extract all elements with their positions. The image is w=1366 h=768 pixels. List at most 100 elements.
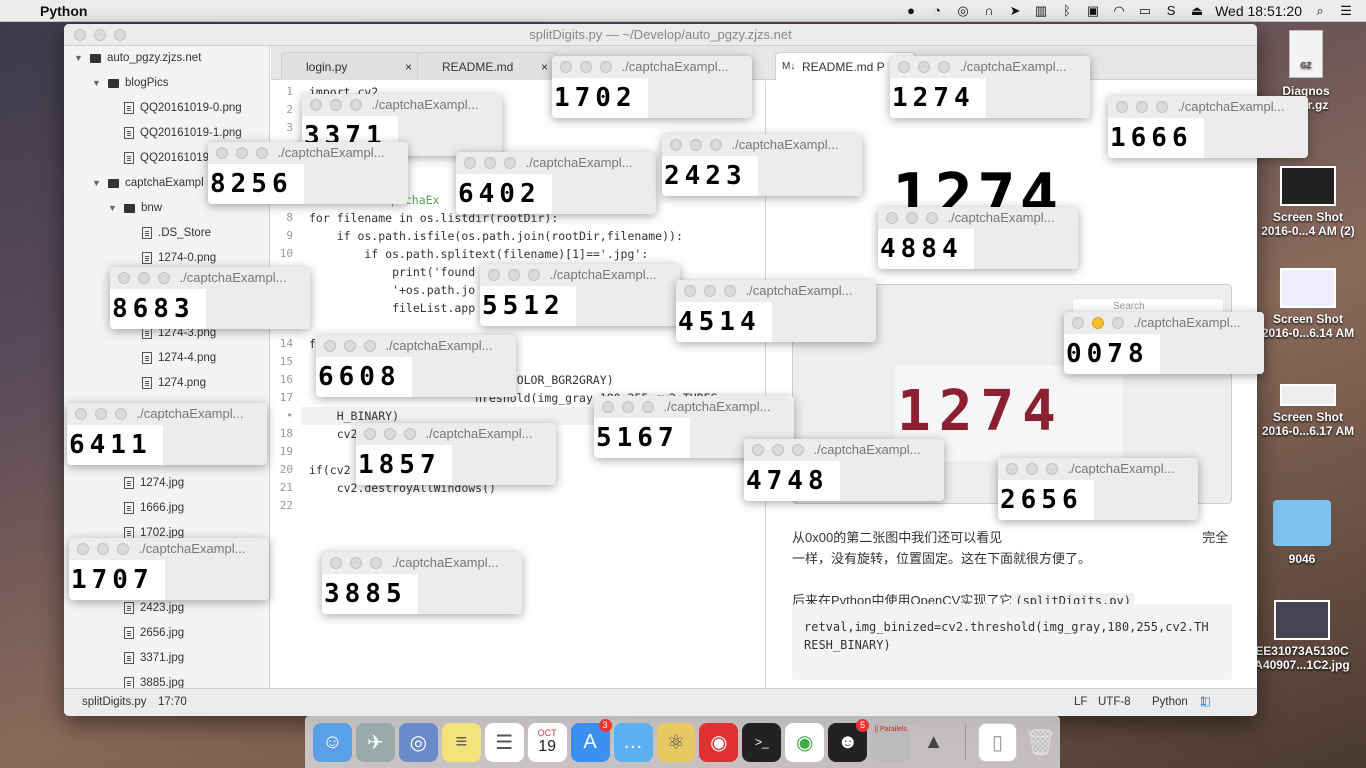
tree-file[interactable]: QQ20161019-1.png xyxy=(124,122,242,144)
captcha-window[interactable]: ./captchaExampl... 6411 xyxy=(67,403,267,465)
tree-file[interactable]: 1274.png xyxy=(142,372,206,394)
captcha-window-title[interactable]: ./captchaExampl... xyxy=(744,439,944,461)
captcha-window-title[interactable]: ./captchaExampl... xyxy=(208,142,408,164)
captcha-window[interactable]: ./captchaExampl... 6402 xyxy=(456,152,656,214)
close-button[interactable] xyxy=(74,29,86,41)
tree-file[interactable]: .DS_Store xyxy=(142,222,211,244)
captcha-window[interactable]: ./captchaExampl... 2656 xyxy=(998,458,1198,520)
captcha-window[interactable]: ./captchaExampl... 6608 xyxy=(316,335,516,397)
tree-folder[interactable]: ▼ captchaExampl xyxy=(92,172,204,194)
tree-folder[interactable]: ▼ bnw xyxy=(108,197,162,219)
captcha-window-title[interactable]: ./captchaExampl... xyxy=(302,94,502,116)
tree-file[interactable]: 3885.jpg xyxy=(124,672,184,688)
desktop-item-screenshot-3[interactable]: Screen Shot 2016-0...6.17 AM xyxy=(1260,384,1356,438)
captcha-window-title[interactable]: ./captchaExampl... xyxy=(480,264,680,286)
notes-icon[interactable]: ≡ xyxy=(441,722,481,762)
clock[interactable]: Wed 18:51:20 xyxy=(1215,3,1302,19)
captcha-window-title[interactable]: ./captchaExampl... xyxy=(110,267,310,289)
bluetooth-icon[interactable]: ᛒ xyxy=(1059,3,1075,18)
captcha-window[interactable]: ./captchaExampl... 8256 xyxy=(208,142,408,204)
captcha-window[interactable]: ./captchaExampl... 1707 xyxy=(69,538,269,600)
captcha-window[interactable]: ./captchaExampl... 8683 xyxy=(110,267,310,329)
desktop-item-folder[interactable]: 9046 xyxy=(1254,500,1350,566)
zoom-button[interactable] xyxy=(114,29,126,41)
captcha-window-title[interactable]: ./captchaExampl... xyxy=(1064,312,1264,334)
captcha-window[interactable]: ./captchaExampl... 3885 xyxy=(322,552,522,614)
trash-icon[interactable]: 🗑 xyxy=(1021,723,1060,762)
captcha-window-title[interactable]: ./captchaExampl... xyxy=(998,458,1198,480)
captcha-window[interactable]: ./captchaExampl... 1857 xyxy=(356,423,556,485)
close-icon[interactable]: × xyxy=(541,53,548,81)
captcha-window[interactable]: ./captchaExampl... 1666 xyxy=(1108,96,1308,158)
captcha-window[interactable]: ./captchaExampl... 2423 xyxy=(662,134,862,196)
qq-icon[interactable]: ☻ 5 xyxy=(828,718,870,762)
desktop-item-photo[interactable]: EE31073A5130C A40907...1C2.jpg xyxy=(1254,600,1350,672)
desktop-item-screenshot-1[interactable]: Screen Shot 2016-0...4 AM (2) xyxy=(1260,166,1356,238)
qq-icon[interactable]: ● xyxy=(903,3,919,18)
minimize-button[interactable] xyxy=(94,29,106,41)
tree-file[interactable]: 1274.jpg xyxy=(124,472,184,494)
search-icon[interactable]: ⌕ xyxy=(1312,3,1328,18)
status-cursor-position[interactable]: 17:70 xyxy=(158,689,187,716)
captcha-window-title[interactable]: ./captchaExampl... xyxy=(356,423,556,445)
captcha-window-title[interactable]: ./captchaExampl... xyxy=(552,56,752,78)
netease-music-icon[interactable]: ◉ xyxy=(699,722,739,762)
status-grammar[interactable]: Python xyxy=(1152,689,1188,716)
messages-icon[interactable]: … xyxy=(613,722,653,762)
send-icon[interactable]: ➤ xyxy=(1007,3,1023,18)
captcha-window-title[interactable]: ./captchaExampl... xyxy=(662,134,862,156)
captcha-window[interactable]: ./captchaExampl... 1702 xyxy=(552,56,752,118)
tree-file[interactable]: QQ20161019-0.png xyxy=(124,97,242,119)
captcha-window-title[interactable]: ./captchaExampl... xyxy=(67,403,267,425)
captcha-window[interactable]: ./captchaExampl... 4748 xyxy=(744,439,944,501)
chrome-icon[interactable]: ◉ xyxy=(785,722,825,762)
captcha-window[interactable]: ./captchaExampl... 4514 xyxy=(676,280,876,342)
captcha-window[interactable]: ./captchaExampl... 5512 xyxy=(480,264,680,326)
captcha-window[interactable]: ./captchaExampl... 0078 xyxy=(1064,312,1264,374)
battery-icon[interactable]: ▭ xyxy=(1137,3,1153,18)
finder-icon[interactable]: ☺ xyxy=(313,722,352,762)
vpn-icon[interactable]: ◎ xyxy=(955,3,971,18)
launchpad-icon[interactable]: ✈ xyxy=(355,722,395,762)
document-icon[interactable]: ▯ xyxy=(978,722,1017,762)
captcha-window-title[interactable]: ./captchaExampl... xyxy=(878,207,1078,229)
status-encoding[interactable]: UTF-8 xyxy=(1098,689,1131,716)
tree-folder[interactable]: ▼ auto_pgzy.zjzs.net xyxy=(74,47,201,69)
atom-icon[interactable]: ⚛ xyxy=(656,722,696,762)
wifi-icon[interactable]: ◠ xyxy=(1111,3,1127,18)
captcha-window-title[interactable]: ./captchaExampl... xyxy=(322,552,522,574)
captcha-window[interactable]: ./captchaExampl... 4884 xyxy=(878,207,1078,269)
tree-file[interactable]: 1666.jpg xyxy=(124,497,184,519)
rocket-icon[interactable]: ▲ xyxy=(914,723,953,762)
calendar-icon[interactable]: OCT 19 xyxy=(527,722,567,762)
reminders-icon[interactable]: ☰ xyxy=(484,722,524,762)
tree-file[interactable]: 2423.jpg xyxy=(124,597,184,619)
tab-readme[interactable]: README.md × xyxy=(417,52,557,80)
app-name-menu[interactable]: Python xyxy=(40,3,87,19)
eject-icon[interactable]: ⏏ xyxy=(1189,3,1205,18)
status-file-name[interactable]: splitDigits.py xyxy=(82,689,147,716)
captcha-window[interactable]: ./captchaExampl... 1274 xyxy=(890,56,1090,118)
captcha-window-title[interactable]: ./captchaExampl... xyxy=(676,280,876,302)
parallels-icon[interactable]: || Parallels xyxy=(871,722,911,762)
status-line-ending[interactable]: LF xyxy=(1074,689,1087,716)
captcha-window-title[interactable]: ./captchaExampl... xyxy=(1108,96,1308,118)
editor-titlebar[interactable]: splitDigits.py — ~/Develop/auto_pgzy.zjz… xyxy=(64,24,1257,46)
captcha-window-title[interactable]: ./captchaExampl... xyxy=(890,56,1090,78)
captcha-window-title[interactable]: ./captchaExampl... xyxy=(594,396,794,418)
lock-icon[interactable]: ▣ xyxy=(1085,3,1101,18)
app-store-icon[interactable]: A3 xyxy=(570,718,612,762)
tree-folder[interactable]: ▼ blogPics xyxy=(92,72,168,94)
battery-pack-icon[interactable]: ▥ xyxy=(1033,3,1049,18)
tab-login[interactable]: login.py × xyxy=(281,52,421,80)
s-app-icon[interactable]: S xyxy=(1163,3,1179,18)
rss-icon[interactable]: ◔ xyxy=(929,3,945,18)
headphones-icon[interactable]: ∩ xyxy=(981,3,997,18)
tree-file[interactable]: 1274-0.png xyxy=(142,247,216,269)
captcha-window-title[interactable]: ./captchaExampl... xyxy=(69,538,269,560)
tree-file[interactable]: 3371.jpg xyxy=(124,647,184,669)
captcha-window-title[interactable]: ./captchaExampl... xyxy=(316,335,516,357)
desktop-item-screenshot-2[interactable]: Screen Shot 2016-0...6.14 AM xyxy=(1260,268,1356,340)
close-icon[interactable]: × xyxy=(405,53,412,81)
tree-file[interactable]: 2656.jpg xyxy=(124,622,184,644)
